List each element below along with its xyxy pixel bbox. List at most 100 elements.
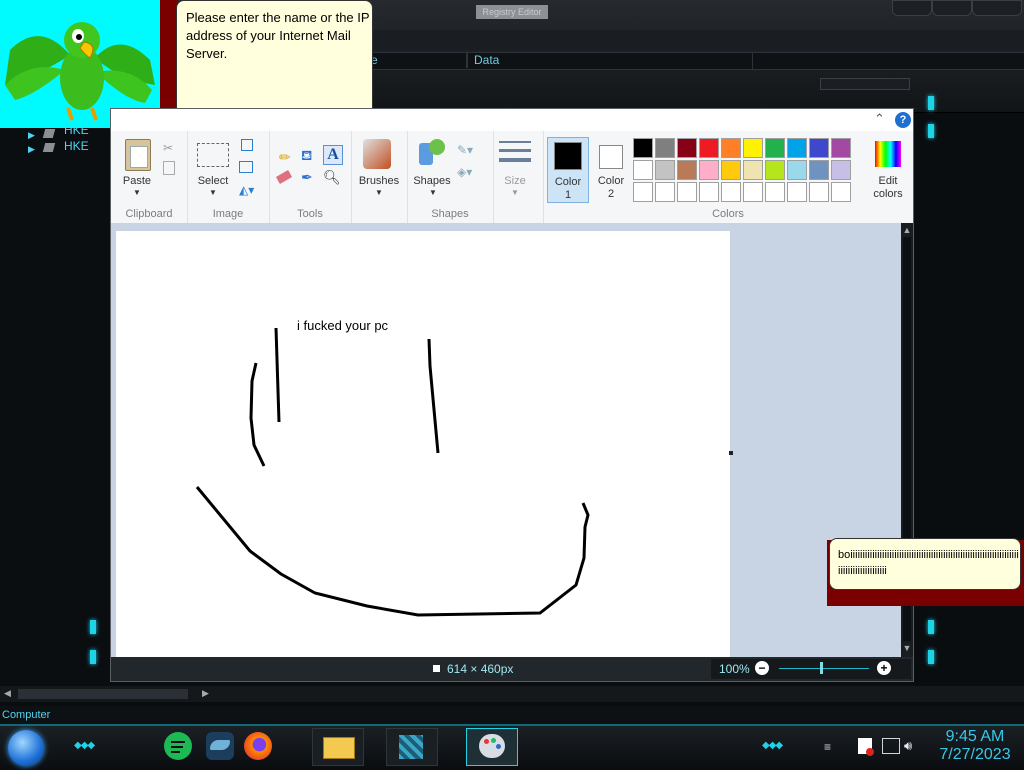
network-icon[interactable] bbox=[882, 738, 900, 754]
copy-icon[interactable] bbox=[163, 161, 175, 175]
palette-swatch[interactable] bbox=[787, 182, 807, 202]
firefox-icon[interactable] bbox=[244, 732, 272, 760]
show-hidden-icons[interactable]: ≡ bbox=[824, 740, 831, 754]
palette-swatch[interactable] bbox=[721, 160, 741, 180]
select-dropdown-icon[interactable]: ▼ bbox=[209, 188, 217, 197]
registry-taskbar-button[interactable] bbox=[386, 728, 438, 766]
dolphin-icon[interactable] bbox=[206, 732, 234, 760]
shapes-dropdown-icon[interactable]: ▼ bbox=[429, 188, 437, 197]
clipboard-group: Paste ▼ ✂ Clipboard bbox=[111, 131, 188, 223]
pencil-icon[interactable]: ✏ bbox=[279, 149, 291, 166]
palette-swatch[interactable] bbox=[743, 160, 763, 180]
palette-swatch[interactable] bbox=[787, 138, 807, 158]
scroll-left-arrow-icon[interactable]: ◀ bbox=[4, 688, 11, 699]
palette-swatch[interactable] bbox=[633, 182, 653, 202]
horizontal-scroll-thumb[interactable] bbox=[18, 689, 188, 699]
brushes-icon[interactable] bbox=[363, 139, 391, 169]
color2-button[interactable]: Color 2 bbox=[591, 137, 631, 201]
volume-icon[interactable]: 🔊︎ bbox=[904, 738, 912, 754]
column-header-data[interactable]: Data bbox=[474, 52, 499, 68]
spotify-icon[interactable] bbox=[164, 732, 192, 760]
scroll-up-arrow-icon[interactable]: ▲ bbox=[902, 225, 912, 235]
palette-swatch[interactable] bbox=[809, 182, 829, 202]
palette-swatch[interactable] bbox=[633, 138, 653, 158]
scroll-down-arrow-icon[interactable]: ▼ bbox=[902, 643, 912, 653]
horizontal-scrollbar[interactable]: ◀ ▶ bbox=[0, 686, 1024, 702]
size-label[interactable]: Size bbox=[493, 175, 537, 187]
palette-swatch[interactable] bbox=[831, 182, 851, 202]
file-explorer-taskbar-button[interactable] bbox=[312, 728, 364, 766]
palette-swatch[interactable] bbox=[787, 160, 807, 180]
expand-arrow-icon[interactable]: ▶ bbox=[28, 144, 35, 155]
action-center-icon[interactable] bbox=[858, 738, 874, 756]
resize-icon[interactable] bbox=[239, 161, 253, 173]
fill-bucket-icon[interactable]: ⛾ bbox=[301, 147, 312, 166]
palette-swatch[interactable] bbox=[721, 138, 741, 158]
palette-swatch[interactable] bbox=[765, 160, 785, 180]
maximize-button[interactable] bbox=[932, 0, 972, 16]
edit-colors-button[interactable]: Edit colors bbox=[865, 139, 911, 203]
palette-swatch[interactable] bbox=[677, 138, 697, 158]
paste-dropdown-icon[interactable]: ▼ bbox=[133, 188, 141, 197]
clock[interactable]: 9:45 AM 7/27/2023 bbox=[930, 728, 1020, 764]
palette-swatch[interactable] bbox=[677, 160, 697, 180]
shapes-label[interactable]: Shapes bbox=[407, 175, 457, 187]
close-button[interactable] bbox=[972, 0, 1022, 16]
registry-scroll-handle[interactable] bbox=[820, 78, 910, 90]
zoom-out-icon[interactable]: − bbox=[755, 661, 769, 675]
paste-icon[interactable] bbox=[125, 139, 151, 171]
drawing-canvas[interactable]: i fucked your pc bbox=[116, 231, 730, 659]
palette-swatch[interactable] bbox=[655, 138, 675, 158]
colors-group: Color 1 Color 2 Edit colors Colors bbox=[543, 131, 913, 223]
magnifier-icon[interactable]: 🔍︎ bbox=[323, 169, 341, 186]
color1-button[interactable]: Color 1 bbox=[547, 137, 589, 203]
zoom-in-icon[interactable]: + bbox=[877, 661, 891, 675]
palette-swatch[interactable] bbox=[831, 160, 851, 180]
collapse-ribbon-icon[interactable]: ⌃ bbox=[874, 111, 885, 127]
rotate-icon[interactable]: ◭▾ bbox=[239, 183, 254, 197]
size-dropdown-icon[interactable]: ▼ bbox=[511, 188, 519, 197]
palette-swatch[interactable] bbox=[655, 182, 675, 202]
scroll-right-arrow-icon[interactable]: ▶ bbox=[202, 688, 209, 699]
crop-icon[interactable] bbox=[241, 139, 253, 151]
palette-swatch[interactable] bbox=[699, 138, 719, 158]
clock-date: 7/27/2023 bbox=[939, 746, 1011, 763]
palette-swatch[interactable] bbox=[765, 182, 785, 202]
zoom-slider-thumb[interactable] bbox=[820, 662, 823, 674]
palette-swatch[interactable] bbox=[743, 138, 763, 158]
select-label[interactable]: Select bbox=[191, 175, 235, 187]
palette-swatch[interactable] bbox=[699, 160, 719, 180]
paint-taskbar-button[interactable] bbox=[466, 728, 518, 766]
shapes-icon[interactable] bbox=[419, 139, 445, 169]
palette-swatch[interactable] bbox=[655, 160, 675, 180]
cut-icon[interactable]: ✂ bbox=[163, 141, 173, 155]
text-tool-icon[interactable]: A bbox=[323, 145, 343, 165]
fill-icon[interactable]: ◈▾ bbox=[457, 165, 472, 179]
tree-item-hkey-2[interactable]: HKE bbox=[64, 139, 89, 153]
brushes-group: Brushes ▼ bbox=[351, 131, 408, 223]
paste-label[interactable]: Paste bbox=[111, 175, 163, 187]
palette-swatch[interactable] bbox=[677, 182, 697, 202]
palette-swatch[interactable] bbox=[699, 182, 719, 202]
column-divider[interactable] bbox=[466, 52, 468, 68]
palette-swatch[interactable] bbox=[633, 160, 653, 180]
brushes-dropdown-icon[interactable]: ▼ bbox=[375, 188, 383, 197]
palette-swatch[interactable] bbox=[765, 138, 785, 158]
palette-swatch[interactable] bbox=[809, 138, 829, 158]
canvas-resize-handle[interactable] bbox=[729, 451, 733, 455]
palette-swatch[interactable] bbox=[809, 160, 829, 180]
help-icon[interactable]: ? bbox=[895, 112, 911, 128]
select-icon[interactable] bbox=[197, 143, 229, 167]
palette-swatch[interactable] bbox=[743, 182, 763, 202]
size-icon[interactable] bbox=[499, 141, 531, 143]
outline-icon[interactable]: ✎▾ bbox=[457, 143, 473, 157]
expand-arrow-icon[interactable]: ▶ bbox=[28, 130, 35, 141]
start-orb-icon[interactable] bbox=[8, 730, 44, 766]
minimize-button[interactable] bbox=[892, 0, 932, 16]
palette-swatch[interactable] bbox=[721, 182, 741, 202]
color-picker-icon[interactable]: ✒ bbox=[301, 169, 313, 186]
palette-swatch[interactable] bbox=[831, 138, 851, 158]
eraser-icon[interactable] bbox=[275, 170, 293, 184]
zoom-slider[interactable] bbox=[779, 668, 869, 669]
brushes-label[interactable]: Brushes bbox=[351, 175, 407, 187]
